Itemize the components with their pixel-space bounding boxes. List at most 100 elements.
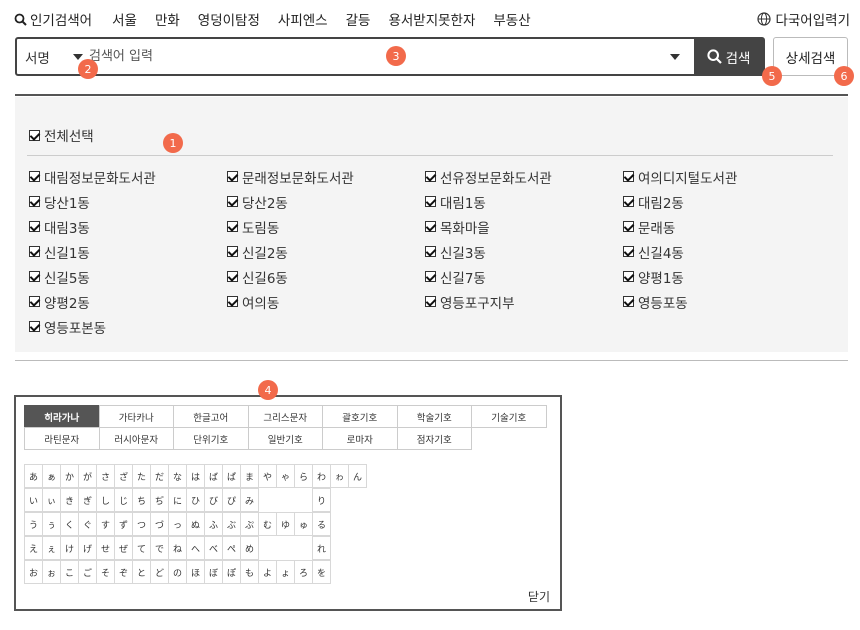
library-checkbox[interactable]: 문래정보문화도서관 [227,164,425,189]
popular-keyword-link[interactable]: 만화 [155,9,180,29]
library-checkbox[interactable]: 선유정보문화도서관 [425,164,623,189]
library-checkbox[interactable]: 신길5동 [29,264,227,289]
character-key[interactable]: ぇ [42,536,61,560]
library-checkbox[interactable]: 도림동 [227,214,425,239]
character-key[interactable]: ら [294,464,313,488]
character-key[interactable]: む [258,512,277,536]
character-key[interactable]: ゆ [276,512,295,536]
character-key[interactable]: く [60,512,79,536]
character-key[interactable]: ぴ [222,488,241,512]
character-key[interactable]: つ [132,512,151,536]
close-keyboard-button[interactable]: 닫기 [528,588,550,605]
character-key[interactable]: っ [168,512,187,536]
character-key[interactable]: や [258,464,277,488]
character-key[interactable]: ふ [204,512,223,536]
multilang-input-button[interactable]: 다국어입력기 [757,9,850,29]
library-checkbox[interactable]: 영등포동 [623,289,821,314]
library-checkbox[interactable]: 양평1동 [623,264,821,289]
character-key[interactable]: お [24,560,43,584]
character-key[interactable]: ゎ [330,464,349,488]
keyboard-tab[interactable]: 단위기호 [173,427,249,450]
character-key[interactable]: ど [150,560,169,584]
library-checkbox[interactable]: 대림1동 [425,189,623,214]
character-key[interactable]: き [60,488,79,512]
character-key[interactable]: ん [348,464,367,488]
character-key[interactable]: げ [78,536,97,560]
character-key[interactable]: び [204,488,223,512]
keyboard-tab[interactable]: 한글고어 [173,405,249,428]
keyboard-tab[interactable]: 괄호기호 [322,405,398,428]
select-all-checkbox[interactable]: 전체선택 [29,125,94,145]
character-key[interactable]: ろ [294,560,313,584]
character-key[interactable]: ぷ [240,512,259,536]
keyboard-tab[interactable]: 기술기호 [471,405,547,428]
keyboard-tab[interactable]: 일반기호 [247,427,323,450]
character-key[interactable]: が [78,464,97,488]
library-checkbox[interactable]: 신길6동 [227,264,425,289]
character-key[interactable]: わ [312,464,331,488]
character-key[interactable]: ぃ [42,488,61,512]
library-checkbox[interactable]: 영등포본동 [29,314,227,339]
keyboard-tab[interactable]: 러시아문자 [98,427,174,450]
character-key[interactable]: り [312,488,331,512]
character-key[interactable]: あ [24,464,43,488]
library-checkbox[interactable]: 신길3동 [425,239,623,264]
character-key[interactable]: な [168,464,187,488]
character-key[interactable]: ぞ [114,560,133,584]
character-key[interactable]: ぶ [222,512,241,536]
library-checkbox[interactable]: 대림3동 [29,214,227,239]
character-key[interactable]: べ [204,536,223,560]
character-key[interactable]: さ [96,464,115,488]
popular-keyword-link[interactable]: 사피엔스 [278,9,328,29]
keyboard-tab[interactable]: 히라가나 [24,405,100,428]
character-key[interactable]: し [96,488,115,512]
character-key[interactable]: ぎ [78,488,97,512]
character-key[interactable]: ょ [276,560,295,584]
popular-keyword-link[interactable]: 용서받지못한자 [388,9,475,29]
character-key[interactable]: だ [150,464,169,488]
character-key[interactable]: る [312,512,331,536]
character-key[interactable]: ぽ [222,560,241,584]
character-key[interactable]: づ [150,512,169,536]
character-key[interactable]: も [240,560,259,584]
keyboard-tab[interactable]: 라틴문자 [24,427,100,450]
character-key[interactable]: れ [312,536,331,560]
character-key[interactable]: ぼ [204,560,223,584]
popular-keyword-link[interactable]: 부동산 [493,9,530,29]
library-checkbox[interactable]: 대림정보문화도서관 [29,164,227,189]
character-key[interactable]: え [24,536,43,560]
character-key[interactable]: ゅ [294,512,313,536]
character-key[interactable]: せ [96,536,115,560]
character-key[interactable]: ぉ [42,560,61,584]
library-checkbox[interactable]: 양평2동 [29,289,227,314]
character-key[interactable]: の [168,560,187,584]
character-key[interactable]: て [132,536,151,560]
character-key[interactable]: を [312,560,331,584]
character-key[interactable]: そ [96,560,115,584]
library-checkbox[interactable]: 영등포구지부 [425,289,623,314]
character-key[interactable]: ぁ [42,464,61,488]
character-key[interactable]: み [240,488,259,512]
character-key[interactable]: で [150,536,169,560]
character-key[interactable]: よ [258,560,277,584]
character-key[interactable]: ば [204,464,223,488]
character-key[interactable]: ね [168,536,187,560]
character-key[interactable]: こ [60,560,79,584]
character-key[interactable]: め [240,536,259,560]
character-key[interactable]: う [24,512,43,536]
character-key[interactable]: じ [114,488,133,512]
character-key[interactable]: ぬ [186,512,205,536]
character-key[interactable]: ひ [186,488,205,512]
character-key[interactable]: ぢ [150,488,169,512]
character-key[interactable]: ち [132,488,151,512]
library-checkbox[interactable]: 여의동 [227,289,425,314]
character-key[interactable]: た [132,464,151,488]
library-checkbox[interactable]: 목화마을 [425,214,623,239]
character-key[interactable]: ほ [186,560,205,584]
character-key[interactable]: ご [78,560,97,584]
search-history-dropdown-icon[interactable] [670,53,680,60]
keyboard-tab[interactable]: 로마자 [322,427,398,450]
keyboard-tab[interactable]: 학술기호 [396,405,472,428]
library-checkbox[interactable]: 당산1동 [29,189,227,214]
search-input[interactable] [87,39,670,74]
